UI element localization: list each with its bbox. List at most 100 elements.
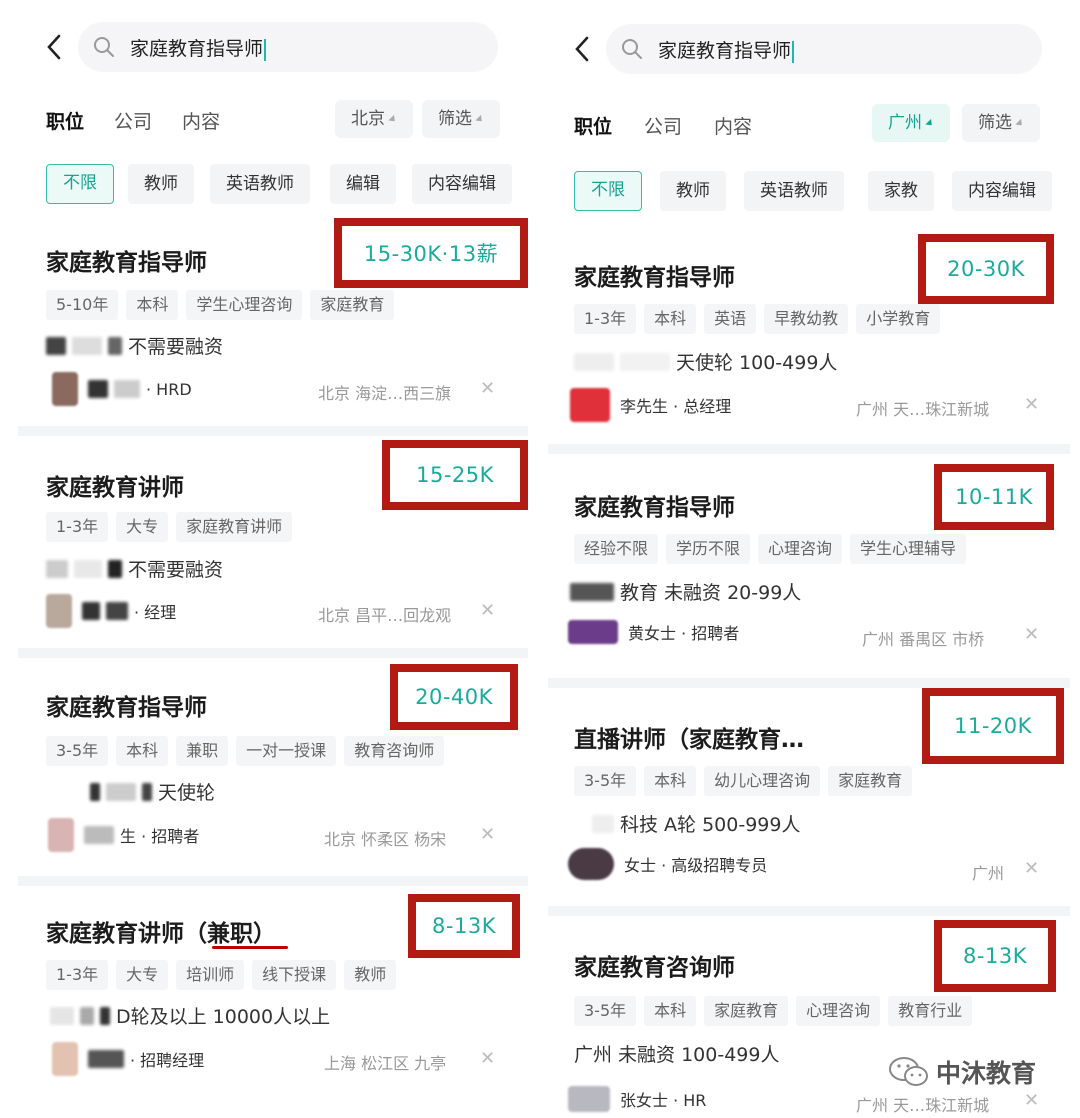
- search-input[interactable]: 家庭教育指导师: [606, 24, 1042, 74]
- dropdown-icon: [388, 114, 398, 124]
- salary-highlight: 15-30K·13薪: [334, 218, 528, 288]
- chip-tutor[interactable]: 家教: [868, 171, 934, 211]
- job-title: 家庭教育指导师: [46, 250, 207, 276]
- job-card[interactable]: 家庭教育指导师 10-11K 经验不限 学历不限 心理咨询 学生心理辅导 教育 …: [548, 454, 1070, 678]
- company-info: 天使轮: [90, 778, 215, 805]
- close-icon[interactable]: ✕: [480, 600, 495, 621]
- close-icon[interactable]: ✕: [1024, 1090, 1039, 1111]
- tag: 家庭教育: [828, 766, 913, 796]
- job-card[interactable]: 家庭教育指导师 15-30K·13薪 5-10年 本科 学生心理咨询 家庭教育 …: [18, 218, 528, 426]
- job-location: 北京 海淀…西三旗: [318, 384, 452, 403]
- chip-content-editor[interactable]: 内容编辑: [952, 171, 1052, 211]
- filter-button[interactable]: 筛选: [422, 100, 500, 138]
- recruiter: · HRD: [52, 372, 192, 406]
- recruiter: 张女士 · HR: [568, 1086, 706, 1112]
- tab-position[interactable]: 职位: [574, 112, 612, 139]
- salary: 20-40K: [415, 685, 493, 709]
- divider: [548, 678, 1070, 688]
- job-title: 家庭教育指导师: [46, 695, 207, 721]
- tag: 大专: [116, 960, 169, 990]
- avatar: [568, 620, 618, 644]
- divider: [18, 876, 528, 886]
- watermark-text: 中沐教育: [936, 1059, 1037, 1088]
- salary-highlight: 8-13K: [408, 894, 520, 958]
- chip-editor[interactable]: 编辑: [330, 164, 396, 204]
- chip-teacher[interactable]: 教师: [128, 164, 194, 204]
- chip-english-teacher[interactable]: 英语教师: [210, 164, 310, 204]
- tag: 一对一授课: [236, 736, 337, 766]
- tag-list: 3-5年 本科 兼职 一对一授课 教育咨询师: [46, 736, 445, 766]
- tag: 本科: [644, 304, 697, 334]
- tag: 1-3年: [574, 304, 637, 334]
- tag: 英语: [704, 304, 757, 334]
- tab-content[interactable]: 内容: [714, 112, 752, 139]
- salary-highlight: 11-20K: [922, 688, 1064, 764]
- tab-company[interactable]: 公司: [644, 112, 682, 139]
- salary-highlight: 10-11K: [934, 464, 1054, 530]
- back-arrow-icon[interactable]: [44, 32, 66, 62]
- tag: 大专: [116, 512, 169, 542]
- close-icon[interactable]: ✕: [1024, 624, 1039, 645]
- tag-list: 1-3年 大专 家庭教育讲师: [46, 512, 293, 542]
- tag: 学生心理咨询: [186, 290, 303, 320]
- recruiter: · 招聘经理: [52, 1042, 204, 1076]
- close-icon[interactable]: ✕: [480, 824, 495, 845]
- salary: 15-30K·13薪: [363, 242, 499, 266]
- chip-english-teacher[interactable]: 英语教师: [744, 171, 844, 211]
- salary: 11-20K: [954, 714, 1032, 738]
- job-card[interactable]: 家庭教育讲师（兼职） 8-13K 1-3年 大专 培训师 线下授课 教师 D轮及…: [18, 886, 528, 1108]
- tag: 教育行业: [888, 996, 973, 1026]
- tab-company[interactable]: 公司: [114, 107, 152, 134]
- tag: 家庭教育: [310, 290, 395, 320]
- salary: 10-11K: [955, 485, 1033, 509]
- chip-teacher[interactable]: 教师: [660, 171, 726, 211]
- tag: 经验不限: [574, 534, 659, 564]
- close-icon[interactable]: ✕: [480, 1048, 495, 1069]
- tag-list: 3-5年 本科 家庭教育 心理咨询 教育行业: [574, 996, 973, 1026]
- search-input[interactable]: 家庭教育指导师: [78, 22, 498, 72]
- company-info: 天使轮 100-499人: [574, 348, 837, 375]
- job-title: 直播讲师（家庭教育…: [574, 727, 804, 753]
- wechat-icon: [889, 1057, 928, 1086]
- salary: 8-13K: [432, 914, 496, 938]
- tag: 小学教育: [856, 304, 941, 334]
- tag: 家庭教育: [704, 996, 789, 1026]
- salary-highlight: 20-40K: [390, 664, 518, 730]
- tab-position[interactable]: 职位: [46, 107, 84, 134]
- divider: [18, 426, 528, 436]
- search-query: 家庭教育指导师: [658, 36, 795, 63]
- dropdown-icon: [1015, 118, 1025, 128]
- search-row: 家庭教育指导师: [18, 0, 528, 72]
- dropdown-icon: [925, 118, 935, 128]
- search-query: 家庭教育指导师: [130, 34, 267, 61]
- job-title: 家庭教育指导师: [574, 495, 735, 521]
- chip-unlimited[interactable]: 不限: [574, 171, 642, 211]
- back-arrow-icon[interactable]: [572, 34, 594, 64]
- tag-list: 经验不限 学历不限 心理咨询 学生心理辅导: [574, 534, 967, 564]
- close-icon[interactable]: ✕: [1024, 394, 1039, 415]
- city-selector[interactable]: 广州: [872, 104, 950, 142]
- tag: 线下授课: [252, 960, 337, 990]
- chip-content-editor[interactable]: 内容编辑: [412, 164, 512, 204]
- tag-list: 1-3年 大专 培训师 线下授课 教师: [46, 960, 397, 990]
- tag: 本科: [644, 766, 697, 796]
- job-card[interactable]: 家庭教育讲师 15-25K 1-3年 大专 家庭教育讲师 不需要融资 · 经理 …: [18, 436, 528, 648]
- tag: 幼儿心理咨询: [704, 766, 821, 796]
- close-icon[interactable]: ✕: [1024, 858, 1039, 879]
- company-info: 教育 未融资 20-99人: [570, 578, 801, 605]
- salary-highlight: 20-30K: [918, 234, 1054, 304]
- tab-content[interactable]: 内容: [182, 107, 220, 134]
- job-card[interactable]: 家庭教育指导师 20-40K 3-5年 本科 兼职 一对一授课 教育咨询师 天使…: [18, 658, 528, 876]
- tag: 1-3年: [46, 960, 109, 990]
- city-selector[interactable]: 北京: [335, 100, 413, 138]
- job-location: 广州 天…珠江新城: [856, 400, 990, 419]
- chip-unlimited[interactable]: 不限: [46, 164, 114, 204]
- tag: 心理咨询: [796, 996, 881, 1026]
- search-icon: [94, 37, 114, 57]
- job-card[interactable]: 直播讲师（家庭教育… 11-20K 3-5年 本科 幼儿心理咨询 家庭教育 科技…: [548, 688, 1070, 906]
- job-card[interactable]: 家庭教育指导师 20-30K 1-3年 本科 英语 早教幼教 小学教育 天使轮 …: [548, 228, 1070, 444]
- tag-list: 5-10年 本科 学生心理咨询 家庭教育: [46, 290, 395, 320]
- filter-button[interactable]: 筛选: [962, 104, 1040, 142]
- close-icon[interactable]: ✕: [480, 378, 495, 399]
- tag: 5-10年: [46, 290, 119, 320]
